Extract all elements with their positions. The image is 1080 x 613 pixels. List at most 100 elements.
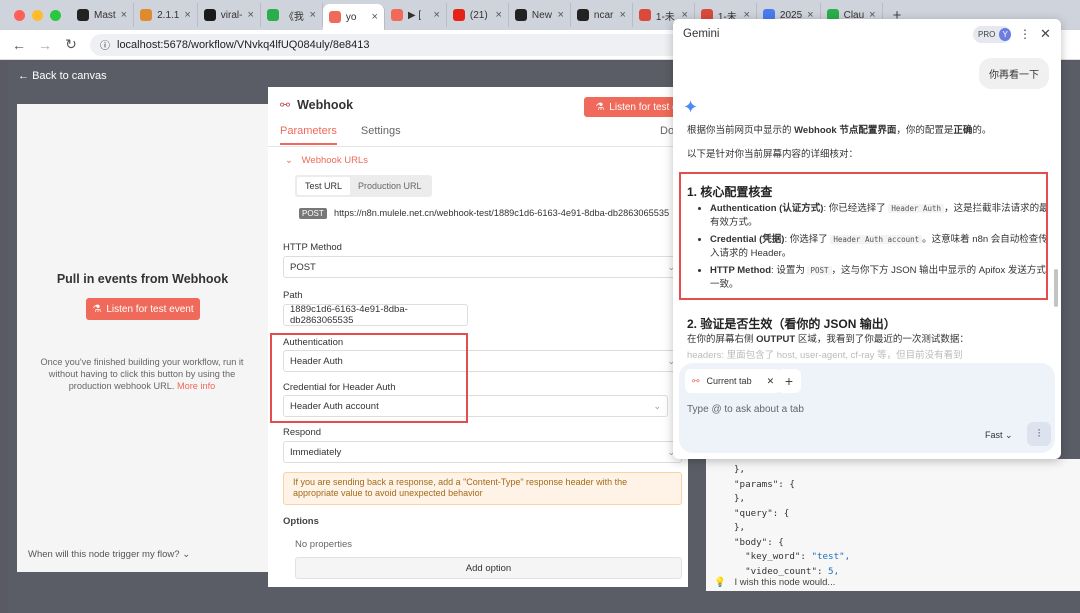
browser-tab[interactable]: New × [509,3,571,27]
back-icon[interactable]: ← [6,37,32,53]
lightbulb-icon: 💡 [714,577,726,588]
feedback-link[interactable]: 💡 I wish this node would... [714,577,835,588]
intro-paragraph: 根据你当前网页中显示的 Webhook 节点配置界面，你的配置是正确的。 [687,124,1049,138]
json-line: "params": { [734,478,850,493]
tab-docs[interactable]: Do [660,125,674,137]
tab-favicon-icon [576,9,589,21]
add-option-label: Add option [465,562,512,574]
tab-favicon-icon [638,9,651,21]
close-icon[interactable]: ✕ [767,376,775,387]
current-tab-label: Current tab [706,376,752,386]
section2-text-2: 区域，我看到了你最近的一次测试数据： [795,334,969,345]
pull-events-title: Pull in events from Webhook [56,272,229,286]
tab-title: ▶ [ [407,9,422,21]
close-tab-icon[interactable]: × [619,9,625,21]
minimize-window-button[interactable] [32,9,43,21]
tab-favicon-icon [514,9,527,21]
close-window-button[interactable] [14,9,25,21]
close-tab-icon[interactable]: × [433,9,439,21]
browser-tab[interactable]: 2.1.1 × [134,3,198,27]
add-option-button[interactable]: Add option [295,557,682,579]
url-type-toggle: Test URL Production URL [295,175,432,197]
flask-icon: ⚗ [595,101,605,113]
back-to-canvas-button[interactable]: ← Back to canvas [18,70,107,82]
browser-tab[interactable]: 《我 × [261,3,323,27]
tab-favicon-icon [203,9,216,21]
more-options-icon[interactable]: ⋮ [1019,27,1031,41]
output-panel: }, "params": {}, "query": {}, "body": { "ke… [706,459,1080,591]
browser-tab[interactable]: yo × [322,4,385,30]
json-value: 5, [828,565,840,577]
section2-paragraph: 在你的屏幕右侧 OUTPUT 区域，我看到了你最近的一次测试数据： [687,333,1049,347]
url-field[interactable]: ⓘ localhost:5678/workflow/VNvkq4lfUQ084u… [90,33,690,56]
forward-icon[interactable]: → [32,37,58,53]
close-tab-icon[interactable]: × [121,9,127,21]
intro-paragraph-2: 以下是针对你当前屏幕内容的详细核对： [687,149,859,160]
voice-icon[interactable]: ⫶ [1027,422,1051,446]
webhook-test-url[interactable]: https://n8n.mulele.net.cn/webhook-test/1… [334,208,674,218]
json-text: }, [734,522,746,533]
close-tab-icon[interactable]: × [184,9,190,21]
browser-tab[interactable]: viral- × [198,3,261,27]
browser-tab[interactable]: Mast × [71,3,135,27]
json-value: "test", [811,551,851,562]
browser-tab[interactable]: ▶ [ × [385,3,447,27]
close-tab-icon[interactable]: × [495,9,501,21]
path-label: Path [283,290,303,301]
json-line: "key_word": "test", [734,550,850,565]
output-json: }, "params": {}, "query": {}, "body": { "ke… [734,463,850,579]
maximize-window-button[interactable] [50,9,61,21]
intro-text-2: ，你的配置是 [896,125,954,136]
auth-highlight-box [270,333,468,423]
pro-label: PRO [978,30,996,39]
intro-bold-2: 正确 [953,125,973,136]
close-icon[interactable]: ✕ [1040,26,1051,42]
tab-title: viral- [220,9,243,21]
intro-text-3: 的。 [972,125,992,136]
ndv-tabs: Parameters Settings [280,125,401,145]
json-text: "query": { [734,507,790,519]
flask-icon: ⚗ [92,303,102,315]
trigger-question-toggle[interactable]: When will this node trigger my flow? ⌄ [28,549,190,560]
http-method-label: HTTP Method [283,242,342,253]
json-text: }, [734,493,746,504]
json-line: "query": { [734,507,850,522]
mode-select[interactable]: Fast ⌄ [985,430,1013,441]
input-panel [17,104,270,572]
path-input[interactable]: 1889c1d6-6163-4e91-8dba-db2863065535 [283,304,468,326]
current-tab-chip[interactable]: ⚯ Current tab ✕ [685,369,782,393]
json-line: }, [734,463,850,478]
tab-title: (21) [469,9,488,21]
more-info-link[interactable]: More info [177,381,215,391]
tab-title: New [531,9,552,21]
reload-icon[interactable]: ↻ [58,36,84,53]
tab-settings[interactable]: Settings [361,125,401,145]
prompt-input[interactable]: Type @ to ask about a tab [687,404,804,415]
chat-scrollbar[interactable] [1054,269,1058,307]
respond-select[interactable]: Immediately ⌄ [283,441,682,463]
chevron-down-icon: ⌄ [1005,430,1013,440]
close-tab-icon[interactable]: × [309,9,315,21]
webhook-icon: ⚯ [280,98,291,112]
tab-parameters[interactable]: Parameters [280,125,337,145]
browser-tab[interactable]: (21) × [447,3,509,27]
production-url-tab[interactable]: Production URL [350,177,430,195]
listen-test-event-button[interactable]: ⚗ Listen for test event [86,298,200,320]
close-tab-icon[interactable]: × [247,9,253,21]
close-tab-icon[interactable]: × [371,11,377,23]
browser-tab[interactable]: ncar × [571,3,633,27]
close-tab-icon[interactable]: × [557,9,563,21]
webhook-urls-toggle[interactable]: ⌄ Webhook URLs [285,155,368,166]
test-url-tab[interactable]: Test URL [297,177,351,195]
tab-favicon-icon [328,11,341,23]
add-context-button[interactable]: + [777,369,801,393]
http-method-select[interactable]: POST ⌄ [283,256,682,278]
json-text: "key_word": [734,551,812,562]
json-line: }, [734,492,850,507]
pro-badge[interactable]: PRO Y [973,26,1011,43]
gemini-title: Gemini [683,28,720,40]
section2-text-1: 在你的屏幕右侧 [687,334,757,345]
site-info-icon[interactable]: ⓘ [100,37,110,52]
url-text: localhost:5678/workflow/VNvkq4lfUQ084uly… [117,38,370,51]
tab-title: yo [345,11,357,23]
